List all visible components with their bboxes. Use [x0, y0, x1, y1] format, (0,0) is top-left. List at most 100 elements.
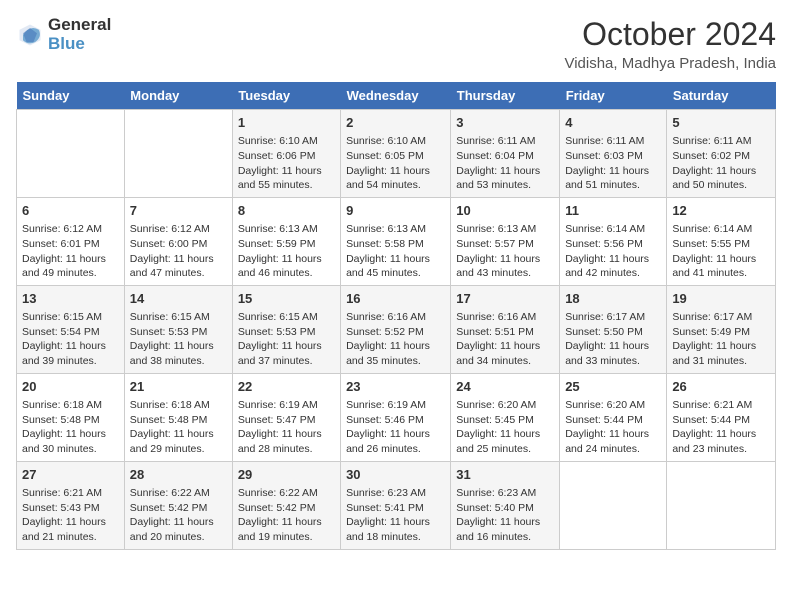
logo: General Blue [16, 16, 111, 53]
day-detail: Sunrise: 6:13 AMSunset: 5:58 PMDaylight:… [346, 222, 445, 281]
day-number: 2 [346, 114, 445, 132]
day-number: 5 [672, 114, 770, 132]
day-number: 23 [346, 378, 445, 396]
day-detail: Sunrise: 6:15 AMSunset: 5:53 PMDaylight:… [130, 310, 227, 369]
day-number: 20 [22, 378, 119, 396]
day-number: 16 [346, 290, 445, 308]
day-number: 30 [346, 466, 445, 484]
day-number: 3 [456, 114, 554, 132]
weekday-header-tuesday: Tuesday [232, 82, 340, 110]
day-number: 6 [22, 202, 119, 220]
calendar-cell [17, 110, 125, 198]
calendar-cell: 13Sunrise: 6:15 AMSunset: 5:54 PMDayligh… [17, 285, 125, 373]
calendar-cell: 15 Sunrise: 6:15 AMSunset: 5:53 PMDayligh… [232, 285, 340, 373]
calendar-cell: 23Sunrise: 6:19 AMSunset: 5:46 PMDayligh… [341, 373, 451, 461]
day-detail: Sunrise: 6:11 AMSunset: 6:02 PMDaylight:… [672, 134, 770, 193]
day-detail: Sunrise: 6:22 AMSunset: 5:42 PMDaylight:… [238, 486, 335, 545]
calendar-table: SundayMondayTuesdayWednesdayThursdayFrid… [16, 82, 776, 550]
calendar-cell: 5 Sunrise: 6:11 AMSunset: 6:02 PMDaylight… [667, 110, 776, 198]
day-detail: Sunrise: 6:16 AMSunset: 5:51 PMDaylight:… [456, 310, 554, 369]
calendar-cell: 20 Sunrise: 6:18 AMSunset: 5:48 PMDayligh… [17, 373, 125, 461]
calendar-cell: 31 Sunrise: 6:23 AMSunset: 5:40 PMDayligh… [451, 461, 560, 549]
calendar-cell: 6 Sunrise: 6:12 AMSunset: 6:01 PMDaylight… [17, 197, 125, 285]
logo-text: General Blue [48, 16, 111, 53]
day-number: 1 [238, 114, 335, 132]
day-number: 15 [238, 290, 335, 308]
calendar-cell: 9 Sunrise: 6:13 AMSunset: 5:58 PMDaylight… [341, 197, 451, 285]
day-number: 26 [672, 378, 770, 396]
calendar-cell: 19Sunrise: 6:17 AMSunset: 5:49 PMDayligh… [667, 285, 776, 373]
calendar-cell: 18 Sunrise: 6:17 AMSunset: 5:50 PMDayligh… [560, 285, 667, 373]
calendar-cell [124, 110, 232, 198]
day-number: 9 [346, 202, 445, 220]
weekday-header-saturday: Saturday [667, 82, 776, 110]
calendar-week-2: 6 Sunrise: 6:12 AMSunset: 6:01 PMDaylight… [17, 197, 776, 285]
calendar-cell: 2Sunrise: 6:10 AMSunset: 6:05 PMDaylight… [341, 110, 451, 198]
calendar-week-3: 13Sunrise: 6:15 AMSunset: 5:54 PMDayligh… [17, 285, 776, 373]
day-number: 25 [565, 378, 661, 396]
day-number: 17 [456, 290, 554, 308]
calendar-cell: 14 Sunrise: 6:15 AMSunset: 5:53 PMDayligh… [124, 285, 232, 373]
day-detail: Sunrise: 6:12 AMSunset: 6:01 PMDaylight:… [22, 222, 119, 281]
day-number: 14 [130, 290, 227, 308]
day-number: 7 [130, 202, 227, 220]
day-detail: Sunrise: 6:17 AMSunset: 5:50 PMDaylight:… [565, 310, 661, 369]
day-detail: Sunrise: 6:13 AMSunset: 5:59 PMDaylight:… [238, 222, 335, 281]
weekday-header-wednesday: Wednesday [341, 82, 451, 110]
day-detail: Sunrise: 6:16 AMSunset: 5:52 PMDaylight:… [346, 310, 445, 369]
day-detail: Sunrise: 6:13 AMSunset: 5:57 PMDaylight:… [456, 222, 554, 281]
day-detail: Sunrise: 6:21 AMSunset: 5:43 PMDaylight:… [22, 486, 119, 545]
day-number: 29 [238, 466, 335, 484]
logo-icon [16, 21, 44, 49]
day-number: 18 [565, 290, 661, 308]
calendar-cell: 1Sunrise: 6:10 AMSunset: 6:06 PMDaylight… [232, 110, 340, 198]
page-title: October 2024 [564, 16, 776, 53]
calendar-cell: 27 Sunrise: 6:21 AMSunset: 5:43 PMDayligh… [17, 461, 125, 549]
day-number: 8 [238, 202, 335, 220]
day-detail: Sunrise: 6:19 AMSunset: 5:47 PMDaylight:… [238, 398, 335, 457]
day-number: 4 [565, 114, 661, 132]
calendar-cell [560, 461, 667, 549]
calendar-cell: 4 Sunrise: 6:11 AMSunset: 6:03 PMDaylight… [560, 110, 667, 198]
weekday-header-friday: Friday [560, 82, 667, 110]
day-detail: Sunrise: 6:18 AMSunset: 5:48 PMDaylight:… [22, 398, 119, 457]
day-detail: Sunrise: 6:15 AMSunset: 5:53 PMDaylight:… [238, 310, 335, 369]
day-detail: Sunrise: 6:11 AMSunset: 6:04 PMDaylight:… [456, 134, 554, 193]
day-detail: Sunrise: 6:15 AMSunset: 5:54 PMDaylight:… [22, 310, 119, 369]
calendar-week-5: 27 Sunrise: 6:21 AMSunset: 5:43 PMDayligh… [17, 461, 776, 549]
weekday-header-sunday: Sunday [17, 82, 125, 110]
weekday-header-monday: Monday [124, 82, 232, 110]
day-number: 27 [22, 466, 119, 484]
day-detail: Sunrise: 6:20 AMSunset: 5:44 PMDaylight:… [565, 398, 661, 457]
day-detail: Sunrise: 6:23 AMSunset: 5:40 PMDaylight:… [456, 486, 554, 545]
calendar-cell: 30 Sunrise: 6:23 AMSunset: 5:41 PMDayligh… [341, 461, 451, 549]
day-number: 12 [672, 202, 770, 220]
day-number: 24 [456, 378, 554, 396]
calendar-cell: 11Sunrise: 6:14 AMSunset: 5:56 PMDayligh… [560, 197, 667, 285]
day-detail: Sunrise: 6:12 AMSunset: 6:00 PMDaylight:… [130, 222, 227, 281]
calendar-week-4: 20 Sunrise: 6:18 AMSunset: 5:48 PMDayligh… [17, 373, 776, 461]
calendar-cell: 12 Sunrise: 6:14 AMSunset: 5:55 PMDayligh… [667, 197, 776, 285]
calendar-cell: 28 Sunrise: 6:22 AMSunset: 5:42 PMDayligh… [124, 461, 232, 549]
day-number: 11 [565, 202, 661, 220]
calendar-cell: 10 Sunrise: 6:13 AMSunset: 5:57 PMDayligh… [451, 197, 560, 285]
day-number: 31 [456, 466, 554, 484]
calendar-cell: 7 Sunrise: 6:12 AMSunset: 6:00 PMDaylight… [124, 197, 232, 285]
day-detail: Sunrise: 6:14 AMSunset: 5:55 PMDaylight:… [672, 222, 770, 281]
day-detail: Sunrise: 6:20 AMSunset: 5:45 PMDaylight:… [456, 398, 554, 457]
calendar-cell [667, 461, 776, 549]
calendar-cell: 3 Sunrise: 6:11 AMSunset: 6:04 PMDaylight… [451, 110, 560, 198]
day-number: 10 [456, 202, 554, 220]
day-detail: Sunrise: 6:21 AMSunset: 5:44 PMDaylight:… [672, 398, 770, 457]
day-detail: Sunrise: 6:11 AMSunset: 6:03 PMDaylight:… [565, 134, 661, 193]
day-detail: Sunrise: 6:22 AMSunset: 5:42 PMDaylight:… [130, 486, 227, 545]
calendar-cell: 25 Sunrise: 6:20 AMSunset: 5:44 PMDayligh… [560, 373, 667, 461]
day-detail: Sunrise: 6:18 AMSunset: 5:48 PMDaylight:… [130, 398, 227, 457]
day-detail: Sunrise: 6:23 AMSunset: 5:41 PMDaylight:… [346, 486, 445, 545]
day-number: 19 [672, 290, 770, 308]
day-number: 28 [130, 466, 227, 484]
calendar-cell: 8 Sunrise: 6:13 AMSunset: 5:59 PMDaylight… [232, 197, 340, 285]
calendar-cell: 22 Sunrise: 6:19 AMSunset: 5:47 PMDayligh… [232, 373, 340, 461]
calendar-cell: 24 Sunrise: 6:20 AMSunset: 5:45 PMDayligh… [451, 373, 560, 461]
day-number: 22 [238, 378, 335, 396]
